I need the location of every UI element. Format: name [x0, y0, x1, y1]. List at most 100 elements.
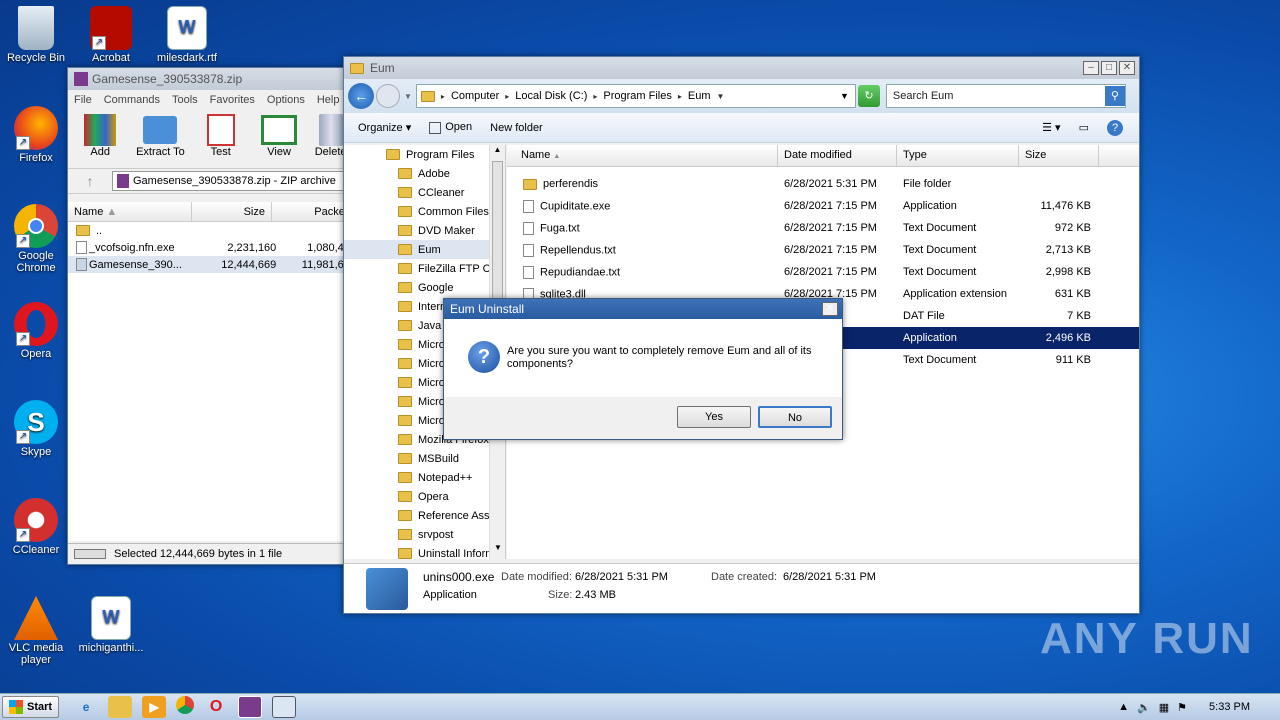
forward-button[interactable] [376, 84, 400, 108]
up-arrow-icon[interactable]: ↑ [68, 173, 112, 189]
start-button[interactable]: Start [2, 696, 60, 718]
table-row[interactable]: .. [68, 222, 356, 239]
flag-icon[interactable]: ⚑ [1177, 701, 1187, 714]
column-size[interactable]: Size [1019, 145, 1099, 166]
desktop-icon-skype[interactable]: S ↗ Skype [1, 400, 71, 458]
zip-file-icon [76, 258, 87, 271]
internet-explorer-icon[interactable]: e [74, 696, 98, 718]
dialog-titlebar[interactable]: Eum Uninstall ✕ [444, 299, 842, 319]
address-bar[interactable]: ▸ Computer ▸ Local Disk (C:) ▸ Program F… [415, 84, 856, 108]
search-box[interactable]: Search Eum ⚲ [885, 84, 1126, 108]
winrar-taskbar-icon[interactable] [238, 696, 263, 718]
tray-expand-icon[interactable]: ▲ [1118, 701, 1129, 713]
new-folder-button[interactable]: New folder [490, 122, 543, 134]
close-button[interactable]: ✕ [1119, 61, 1135, 75]
chrome-taskbar-icon[interactable] [176, 696, 195, 714]
add-button[interactable]: Add [74, 114, 126, 164]
tree-item[interactable]: srvpost [344, 525, 505, 544]
test-button[interactable]: Test [195, 114, 247, 164]
desktop-icon-recycle-bin[interactable]: Recycle Bin [1, 6, 71, 64]
table-row[interactable]: _vcofsoig.nfn.exe 2,231,160 1,080,440 [68, 239, 356, 256]
table-row-selected[interactable]: Gamesense_390... 12,444,669 11,981,602 [68, 256, 356, 273]
file-row[interactable]: Fuga.txt 6/28/2021 7:15 PM Text Document 97… [507, 217, 1139, 239]
column-size[interactable]: Size [192, 202, 272, 221]
file-row[interactable]: Cupiditate.exe 6/28/2021 7:15 PM Applicati… [507, 195, 1139, 217]
menu-tools[interactable]: Tools [172, 94, 198, 106]
breadcrumb-local-disk[interactable]: Local Disk (C:) [515, 90, 587, 102]
view-options-icon[interactable]: ☰ ▾ [1042, 121, 1060, 134]
yes-button[interactable]: Yes [677, 406, 751, 428]
preview-pane-icon[interactable]: ▭ [1079, 121, 1089, 134]
refresh-button[interactable]: ↻ [857, 85, 880, 107]
help-icon[interactable]: ? [1107, 119, 1123, 136]
tree-item[interactable]: Eum [344, 240, 505, 259]
maximize-button[interactable]: □ [1101, 61, 1117, 75]
column-type[interactable]: Type [897, 145, 1019, 166]
tree-item[interactable]: CCleaner [344, 183, 505, 202]
menu-commands[interactable]: Commands [104, 94, 160, 106]
search-icon[interactable]: ⚲ [1104, 86, 1125, 106]
column-name[interactable]: Name ▲ [507, 145, 778, 166]
breadcrumb-computer[interactable]: Computer [451, 90, 499, 102]
tree-item[interactable]: Opera [344, 487, 505, 506]
desktop-icon-firefox[interactable]: ↗ Firefox [1, 106, 71, 164]
tree-item[interactable]: DVD Maker [344, 221, 505, 240]
folder-icon [398, 396, 412, 407]
desktop-icon-milesdark[interactable]: W milesdark.rtf [152, 6, 222, 64]
menu-help[interactable]: Help [317, 94, 340, 106]
no-button[interactable]: No [758, 406, 832, 428]
media-player-icon[interactable]: ▶ [142, 696, 167, 718]
file-type: Text Document [903, 354, 977, 366]
clock[interactable]: 5:33 PM [1209, 701, 1250, 713]
tree-item[interactable]: Google [344, 278, 505, 297]
tree-item[interactable]: Uninstall Inform [344, 544, 505, 559]
folder-icon [398, 168, 412, 179]
open-button[interactable]: Open [429, 121, 472, 134]
menu-favorites[interactable]: Favorites [210, 94, 255, 106]
column-name[interactable]: Name ▲ [68, 202, 192, 221]
tree-item[interactable]: MSBuild [344, 449, 505, 468]
view-button[interactable]: View [253, 114, 305, 164]
tree-item[interactable]: Adobe [344, 164, 505, 183]
desktop-icon-vlc[interactable]: VLC media player [1, 596, 71, 666]
extract-to-button[interactable]: Extract To [132, 114, 188, 164]
test-icon [206, 114, 235, 146]
file-row[interactable]: Repudiandae.txt 6/28/2021 7:15 PM Text Doc… [507, 261, 1139, 283]
network-icon[interactable]: ▦ [1159, 701, 1169, 714]
explorer-titlebar[interactable]: Eum – □ ✕ [344, 57, 1139, 79]
desktop-icon-acrobat[interactable]: ↗ Acrobat [76, 6, 146, 64]
opera-taskbar-icon[interactable]: O [204, 696, 228, 718]
volume-icon[interactable]: 🔈 [1137, 701, 1151, 714]
address-dropdown-icon[interactable]: ▼ [840, 91, 849, 101]
column-date-modified[interactable]: Date modified [778, 145, 897, 166]
history-dropdown-icon[interactable]: ▼ [404, 92, 412, 101]
file-explorer-icon[interactable] [108, 696, 133, 718]
tree-item[interactable]: Reference Ass [344, 506, 505, 525]
file-list-header: Name ▲ Date modified Type Size [507, 145, 1139, 167]
winrar-menubar: File Commands Tools Favorites Options He… [68, 90, 356, 110]
explorer-title: Eum [370, 61, 395, 75]
back-button[interactable]: ← [348, 83, 374, 109]
winrar-titlebar[interactable]: Gamesense_390533878.zip [68, 68, 356, 90]
tree-item[interactable]: Notepad++ [344, 468, 505, 487]
folder-icon [398, 453, 412, 464]
installer-taskbar-icon[interactable] [272, 696, 297, 718]
breadcrumb-eum[interactable]: Eum [688, 90, 711, 102]
desktop-icon-michigan[interactable]: W michiganthi... [76, 596, 146, 654]
organize-button[interactable]: Organize ▾ [358, 121, 411, 134]
minimize-button[interactable]: – [1083, 61, 1099, 75]
desktop-icon-chrome[interactable]: ↗ Google Chrome [1, 204, 71, 274]
desktop-icon-ccleaner[interactable]: ↗ CCleaner [1, 498, 71, 556]
menu-file[interactable]: File [74, 94, 92, 106]
desktop-icon-opera[interactable]: ↗ Opera [1, 302, 71, 360]
file-row[interactable]: perferendis 6/28/2021 5:31 PM File folder [507, 173, 1139, 195]
menu-options[interactable]: Options [267, 94, 305, 106]
dialog-close-button[interactable]: ✕ [822, 302, 838, 316]
breadcrumb-program-files[interactable]: Program Files [603, 90, 671, 102]
file-row[interactable]: Repellendus.txt 6/28/2021 7:15 PM Text Doc… [507, 239, 1139, 261]
tree-item[interactable]: FileZilla FTP Clie [344, 259, 505, 278]
tree-item-program-files[interactable]: Program Files [344, 145, 505, 164]
recycle-bin-icon [18, 6, 54, 50]
archive-path-field[interactable]: Gamesense_390533878.zip - ZIP archive [112, 171, 356, 191]
tree-item[interactable]: Common Files [344, 202, 505, 221]
